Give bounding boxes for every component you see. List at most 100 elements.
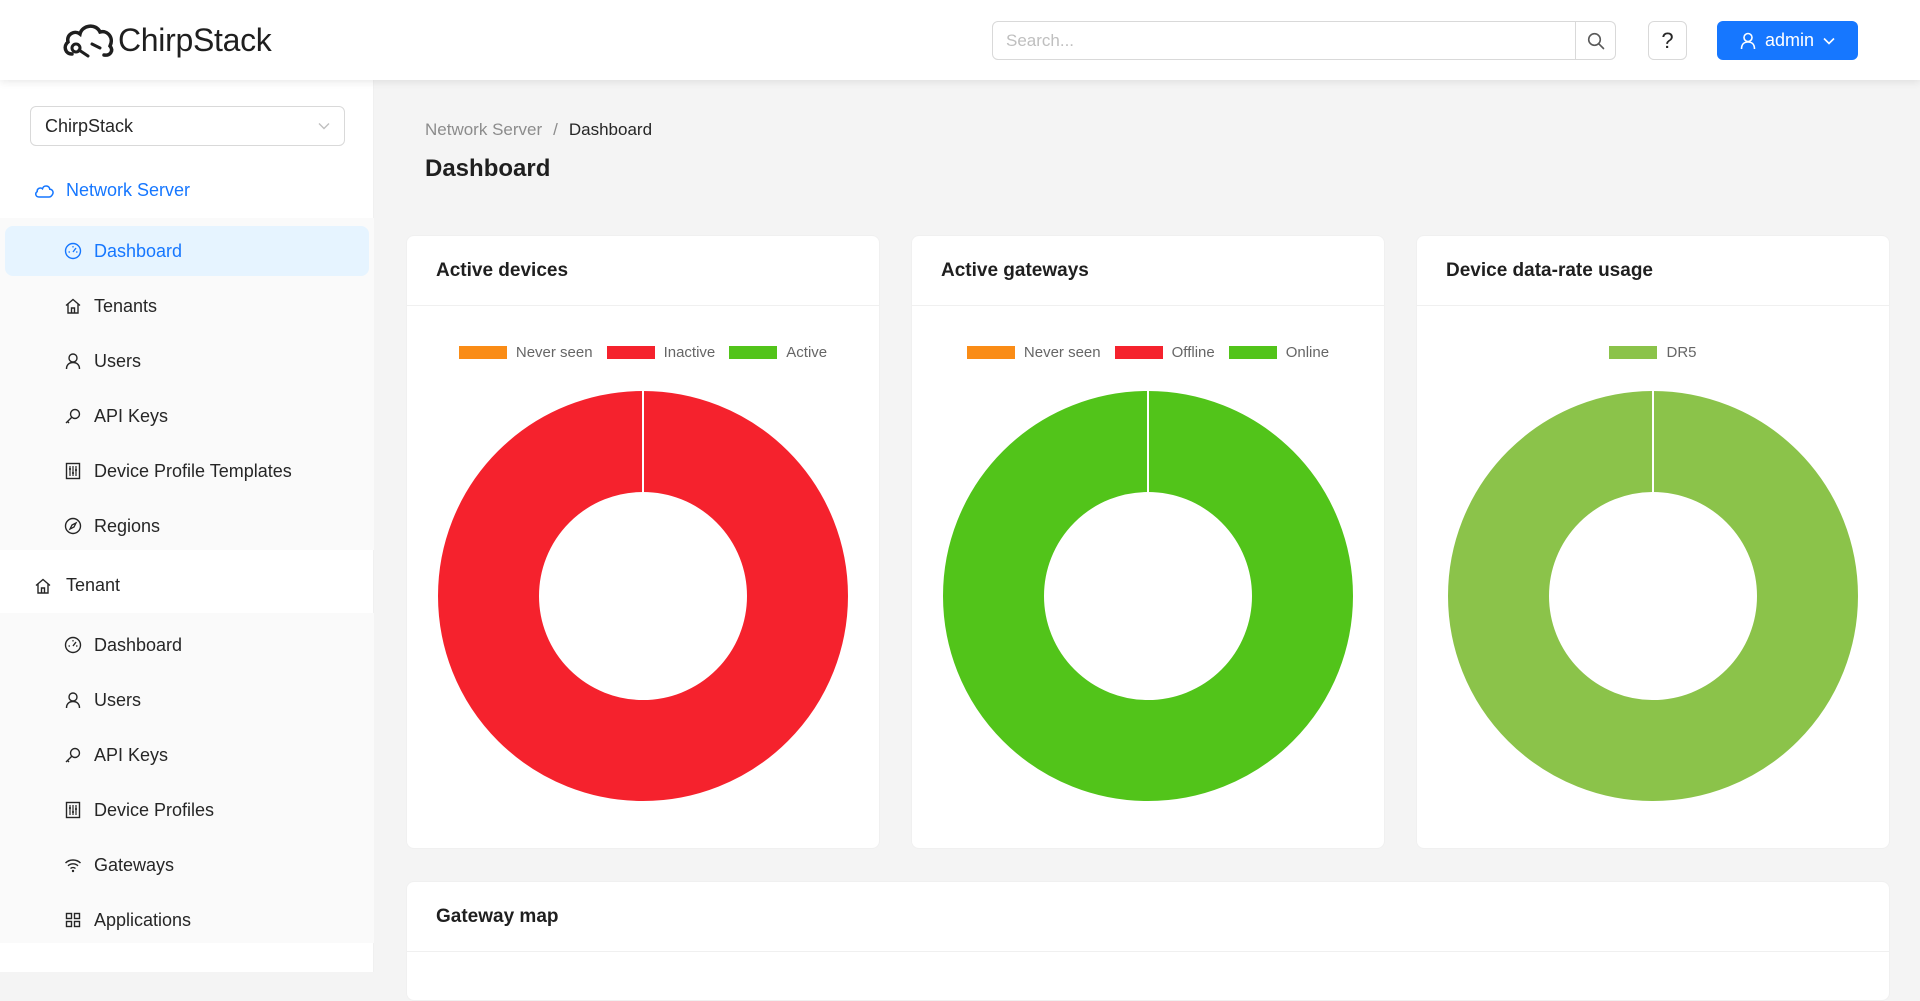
card-title: Active gateways (912, 236, 1384, 306)
user-icon (64, 352, 82, 370)
sidebar-item-ns-dashboard[interactable]: Dashboard (5, 226, 369, 276)
legend-swatch (458, 346, 507, 359)
legend-swatch (1609, 346, 1658, 359)
sidebar-item-label: Tenants (94, 295, 158, 316)
legend-label: Active (786, 344, 828, 361)
legend-item[interactable]: Offline (1114, 344, 1215, 361)
legend-item[interactable]: DR5 (1609, 344, 1697, 361)
chart-legend: DR5 (1417, 344, 1889, 361)
legend-item[interactable]: Never seen (966, 344, 1101, 361)
wifi-icon (64, 856, 82, 874)
legend-item[interactable]: Active (729, 344, 827, 361)
sidebar-item-label: Gateways (94, 854, 175, 875)
sidebar-item-label: API Keys (94, 744, 169, 765)
legend-swatch (729, 346, 778, 359)
home-icon (34, 576, 54, 596)
tenant-submenu: Dashboard Users API Keys Device Profiles… (0, 613, 374, 943)
active-gateways-donut-chart (943, 391, 1353, 801)
sidebar-item-label: Regions (94, 515, 161, 536)
network-server-submenu: Dashboard Tenants Users API Keys Device … (0, 218, 374, 550)
tenant-select[interactable]: ChirpStack (30, 106, 345, 146)
sidebar-item-regions[interactable]: Regions (5, 501, 369, 551)
legend-label: Never seen (515, 344, 593, 361)
home-icon (64, 297, 82, 315)
menu-group-label: Network Server (66, 180, 191, 200)
page-title: Dashboard (425, 155, 551, 182)
sidebar-item-tenant-dashboard[interactable]: Dashboard (5, 620, 369, 670)
chevron-down-icon (318, 123, 330, 130)
cloud-icon (34, 181, 54, 201)
breadcrumb-current: Dashboard (568, 120, 653, 139)
chevron-down-icon (1823, 37, 1835, 45)
chart-legend: Never seen Offline Online (912, 344, 1384, 361)
menu-group-tenant[interactable]: Tenant (0, 558, 374, 613)
logo-text: ChirpStack (118, 21, 272, 58)
sidebar-item-label: Device Profile Templates (94, 460, 292, 481)
device-data-rate-donut-chart (1448, 391, 1858, 801)
dashboard-icon (64, 242, 82, 260)
chirpstack-logo[interactable]: ChirpStack (62, 18, 272, 62)
search-button[interactable] (1576, 21, 1616, 60)
search-input[interactable] (992, 21, 1576, 60)
legend-swatch (606, 346, 655, 359)
sidebar-item-label: Dashboard (94, 240, 183, 261)
active-gateways-card: Active gateways Never seen Offline Online (911, 235, 1385, 849)
sidebar-item-users[interactable]: Users (5, 336, 369, 386)
user-icon (64, 691, 82, 709)
menu-group-label: Tenant (66, 575, 121, 595)
chart-legend: Never seen Inactive Active (407, 344, 879, 361)
legend-label: Online (1285, 344, 1330, 361)
legend-label: Inactive (663, 344, 716, 361)
breadcrumb: Network Server / Dashboard (425, 120, 652, 140)
sidebar-item-label: Applications (94, 909, 192, 930)
sidebar-item-label: Users (94, 689, 142, 710)
user-menu-button[interactable]: admin (1717, 21, 1858, 60)
sidebar-item-label: API Keys (94, 405, 169, 426)
active-devices-card: Active devices Never seen Inactive Active (406, 235, 880, 849)
top-header: ChirpStack ? admin (0, 0, 1920, 80)
legend-item[interactable]: Online (1228, 344, 1330, 361)
sidebar-item-api-keys[interactable]: API Keys (5, 391, 369, 441)
help-button[interactable]: ? (1648, 21, 1687, 60)
legend-label: DR5 (1666, 344, 1697, 361)
sidebar-item-applications[interactable]: Applications (5, 895, 369, 945)
sidebar-item-device-profile-templates[interactable]: Device Profile Templates (5, 446, 369, 496)
apps-icon (64, 911, 82, 929)
breadcrumb-separator: / (553, 120, 558, 139)
sidebar-item-label: Dashboard (94, 634, 183, 655)
sidebar-item-tenant-api-keys[interactable]: API Keys (5, 730, 369, 780)
user-icon (1740, 32, 1756, 49)
search-icon (1587, 32, 1604, 49)
device-data-rate-card: Device data-rate usage DR5 (1416, 235, 1890, 849)
legend-item[interactable]: Inactive (606, 344, 716, 361)
gateway-map-card: Gateway map (406, 881, 1890, 1001)
sidebar-item-label: Device Profiles (94, 799, 215, 820)
sidebar: ChirpStack Network Server Dashboard Tena… (0, 80, 374, 972)
key-icon (64, 407, 82, 425)
menu-group-network-server[interactable]: Network Server (0, 163, 374, 218)
compass-icon (64, 517, 82, 535)
sidebar-item-device-profiles[interactable]: Device Profiles (5, 785, 369, 835)
key-icon (64, 746, 82, 764)
legend-label: Never seen (1023, 344, 1101, 361)
sidebar-item-tenant-users[interactable]: Users (5, 675, 369, 725)
tenant-select-value: ChirpStack (45, 115, 134, 136)
card-title: Gateway map (407, 882, 1889, 952)
sidebar-item-tenants[interactable]: Tenants (5, 281, 369, 331)
sidebar-item-gateways[interactable]: Gateways (5, 840, 369, 890)
card-title: Device data-rate usage (1417, 236, 1889, 306)
legend-label: Offline (1171, 344, 1215, 361)
sliders-icon (64, 462, 82, 480)
card-title: Active devices (407, 236, 879, 306)
active-devices-donut-chart (438, 391, 848, 801)
legend-item[interactable]: Never seen (458, 344, 593, 361)
user-name: admin (1764, 30, 1815, 50)
dashboard-icon (64, 636, 82, 654)
search-bar (992, 21, 1616, 60)
legend-swatch (1114, 346, 1163, 359)
sidebar-item-label: Users (94, 350, 142, 371)
legend-swatch (966, 346, 1015, 359)
breadcrumb-parent[interactable]: Network Server (425, 120, 542, 140)
legend-swatch (1228, 346, 1277, 359)
chirpstack-cloud-icon (63, 24, 114, 58)
